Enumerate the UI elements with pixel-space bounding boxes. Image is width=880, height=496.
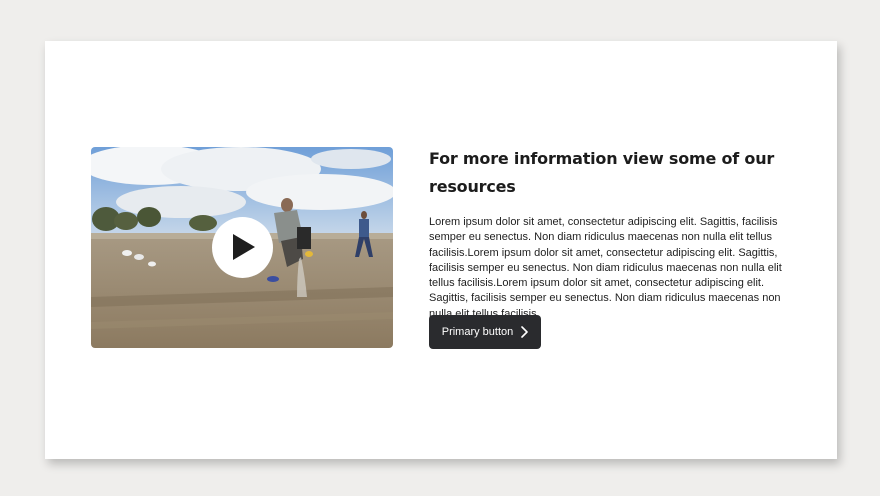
content-card: For more information view some of our re…	[45, 41, 837, 459]
info-section: For more information view some of our re…	[429, 145, 791, 349]
section-heading: For more information view some of our re…	[429, 149, 775, 196]
play-button[interactable]	[212, 217, 273, 278]
play-icon	[233, 234, 255, 260]
primary-button-label: Primary button	[441, 326, 514, 338]
video-thumbnail[interactable]	[91, 147, 393, 348]
chevron-right-icon	[521, 326, 529, 338]
section-body: Lorem ipsum dolor sit amet, consectetur …	[429, 216, 782, 320]
primary-button[interactable]: Primary button	[429, 315, 541, 349]
